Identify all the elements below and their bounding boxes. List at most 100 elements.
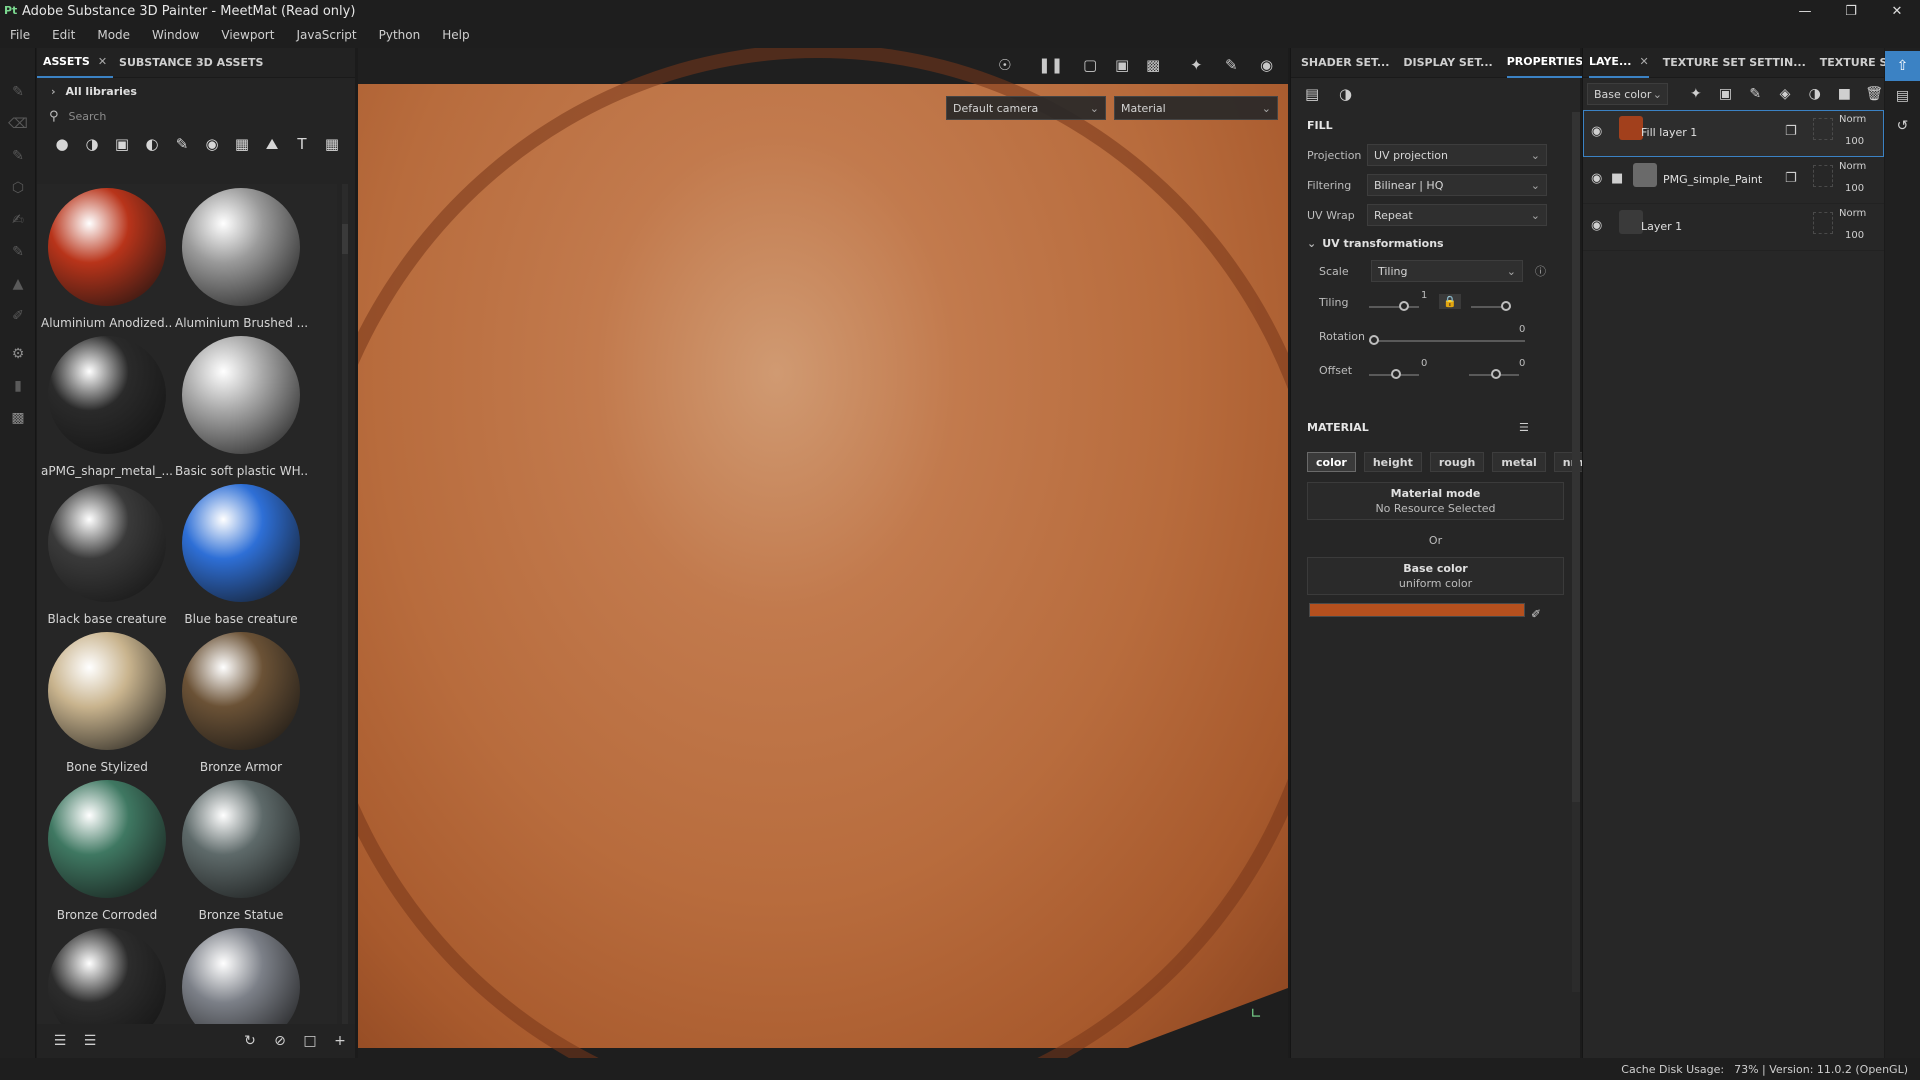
filter-materials-icon[interactable]: ◑: [77, 135, 107, 153]
uvwrap-select[interactable]: Repeat ⌄: [1367, 204, 1547, 226]
channel-height-button[interactable]: height: [1363, 452, 1422, 472]
visibility-eye-icon[interactable]: ◉: [1591, 218, 1602, 233]
channel-metal-button[interactable]: metal: [1492, 452, 1546, 472]
projection-icon[interactable]: ✎: [0, 140, 36, 172]
layer-name[interactable]: Fill layer 1: [1641, 126, 1697, 139]
menu-help[interactable]: Help: [442, 28, 469, 42]
layer-name[interactable]: Layer 1: [1641, 220, 1682, 233]
material-mode-slot[interactable]: Material mode No Resource Selected: [1307, 482, 1564, 520]
mask-slot[interactable]: [1813, 212, 1833, 234]
asset-thumbnail[interactable]: Bronze Statue: [175, 780, 307, 922]
close-tab-icon[interactable]: ✕: [98, 55, 107, 68]
clear-filter-icon[interactable]: ⊘: [265, 1033, 295, 1049]
log-icon[interactable]: ▤: [1885, 81, 1920, 111]
hide-ui-icon[interactable]: ☉: [998, 56, 1011, 74]
close-window-icon[interactable]: ✕: [1874, 0, 1920, 22]
asset-thumbnail[interactable]: Aluminium Anodized...: [41, 188, 173, 330]
menu-file[interactable]: File: [10, 28, 30, 42]
mask-slot[interactable]: [1813, 118, 1833, 140]
display-mode-select[interactable]: Material ⌄: [1114, 96, 1278, 120]
eraser-icon[interactable]: ⌫: [0, 108, 36, 140]
paint-brush-icon[interactable]: ✎: [0, 76, 36, 108]
layer-row[interactable]: ◉ Layer 1 Norm 100: [1583, 204, 1884, 251]
menu-edit[interactable]: Edit: [52, 28, 75, 42]
menu-mode[interactable]: Mode: [97, 28, 130, 42]
asset-thumbnail[interactable]: [41, 928, 173, 1024]
tab-substance-3d-assets[interactable]: SUBSTANCE 3D ASSETS: [113, 48, 269, 78]
base-color-slot[interactable]: Base color uniform color: [1307, 557, 1564, 595]
base-color-swatch[interactable]: [1309, 603, 1525, 617]
layer-properties-icon[interactable]: ▤: [1305, 85, 1339, 103]
eyedropper-icon[interactable]: ✐: [1531, 607, 1541, 621]
filter-textures-icon[interactable]: ▦: [227, 135, 257, 153]
filter-brushes-icon[interactable]: ✎: [167, 135, 197, 153]
filter-environments-icon[interactable]: ⛰: [257, 135, 287, 153]
menu-window[interactable]: Window: [152, 28, 199, 42]
offset-v-slider-handle[interactable]: [1491, 369, 1501, 379]
camera-select[interactable]: Default camera ⌄: [946, 96, 1106, 120]
uv-transformations-toggle[interactable]: ⌄ UV transformations: [1291, 230, 1580, 256]
channel-select[interactable]: Base color ⌄: [1587, 83, 1668, 105]
cube-icon[interactable]: ▣: [1115, 56, 1129, 74]
filter-all-icon[interactable]: ▦: [317, 135, 347, 153]
sort-icon[interactable]: ☰: [45, 1033, 75, 1049]
add-fill-layer-icon[interactable]: ◈: [1775, 86, 1795, 102]
close-tab-icon[interactable]: ✕: [1640, 55, 1649, 68]
pause-icon[interactable]: ❚❚: [1038, 56, 1063, 74]
tiling-slider-handle[interactable]: [1399, 301, 1409, 311]
asset-thumbnail[interactable]: Blue base creature: [175, 484, 307, 626]
scale-select[interactable]: Tiling ⌄: [1371, 260, 1523, 282]
libraries-breadcrumb[interactable]: › All libraries: [37, 78, 355, 104]
add-effect-icon[interactable]: ✦: [1686, 86, 1706, 102]
material-sphere-icon[interactable]: ◑: [1339, 85, 1373, 103]
add-folder-icon[interactable]: ■: [1835, 86, 1855, 102]
instance-icon[interactable]: ❐: [1785, 124, 1797, 139]
tiling-slider-track[interactable]: [1369, 306, 1419, 308]
offset-u-slider-handle[interactable]: [1391, 369, 1401, 379]
opacity-value[interactable]: 100: [1845, 136, 1864, 147]
rotation-slider-track[interactable]: [1369, 340, 1525, 342]
search-input[interactable]: Search: [69, 110, 107, 123]
tab-texture-set-settings[interactable]: TEXTURE SET SETTIN...: [1663, 48, 1806, 78]
add-paint-layer-icon[interactable]: ✎: [1745, 86, 1765, 102]
paint-mode-icon[interactable]: ✎: [1225, 56, 1238, 74]
smudge-icon[interactable]: ✍: [0, 204, 36, 236]
add-smart-material-icon[interactable]: ◑: [1805, 86, 1825, 102]
add-mask-icon[interactable]: ▣: [1716, 86, 1736, 102]
channel-rough-button[interactable]: rough: [1429, 452, 1485, 472]
asset-thumbnail[interactable]: aPMG_shapr_metal_...: [41, 336, 173, 478]
mask-slot[interactable]: [1813, 165, 1833, 187]
new-window-icon[interactable]: □: [295, 1033, 325, 1049]
projection-select[interactable]: UV projection ⌄: [1367, 144, 1547, 166]
filter-smart-masks-icon[interactable]: ▣: [107, 135, 137, 153]
screenshot-icon[interactable]: ◉: [1260, 56, 1273, 74]
tab-assets[interactable]: ASSETS ✕: [37, 48, 114, 78]
blend-mode-select[interactable]: Norm: [1839, 161, 1866, 172]
camera-icon[interactable]: ▩: [1146, 56, 1160, 74]
asset-thumbnail[interactable]: Black base creature: [41, 484, 173, 626]
stamp-icon[interactable]: ▲: [0, 268, 36, 300]
polygon-fill-icon[interactable]: ⚙: [0, 338, 36, 370]
asset-thumbnail[interactable]: Bronze Corroded: [41, 780, 173, 922]
menu-python[interactable]: Python: [379, 28, 421, 42]
add-icon[interactable]: +: [325, 1033, 355, 1049]
info-icon[interactable]: ⓘ: [1535, 263, 1546, 279]
measure-icon[interactable]: ▮: [0, 370, 36, 402]
filtering-select[interactable]: Bilinear | HQ ⌄: [1367, 174, 1547, 196]
geometry-fill-icon[interactable]: ⬡: [0, 172, 36, 204]
clone-icon[interactable]: ✎: [0, 236, 36, 268]
menu-viewport[interactable]: Viewport: [221, 28, 274, 42]
asset-thumbnail[interactable]: [175, 928, 307, 1024]
blend-mode-select[interactable]: Norm: [1839, 208, 1866, 219]
asset-thumbnail[interactable]: Aluminium Brushed ...: [175, 188, 307, 330]
filter-smart-materials-icon[interactable]: ●: [47, 135, 77, 153]
asset-thumbnail[interactable]: Bone Stylized: [41, 632, 173, 774]
symmetry-icon[interactable]: ✦: [1190, 56, 1203, 74]
refresh-icon[interactable]: ↻: [235, 1033, 265, 1049]
bake-icon[interactable]: ▩: [0, 402, 36, 434]
lock-icon[interactable]: 🔒: [1439, 294, 1461, 309]
tab-layers[interactable]: LAYE... ✕: [1589, 48, 1649, 78]
material-menu-icon[interactable]: ☰: [1519, 421, 1529, 434]
layer-row[interactable]: ◉ ■ PMG_simple_Paint ❐ Norm 100: [1583, 157, 1884, 204]
asset-thumbnail[interactable]: Bronze Armor: [175, 632, 307, 774]
